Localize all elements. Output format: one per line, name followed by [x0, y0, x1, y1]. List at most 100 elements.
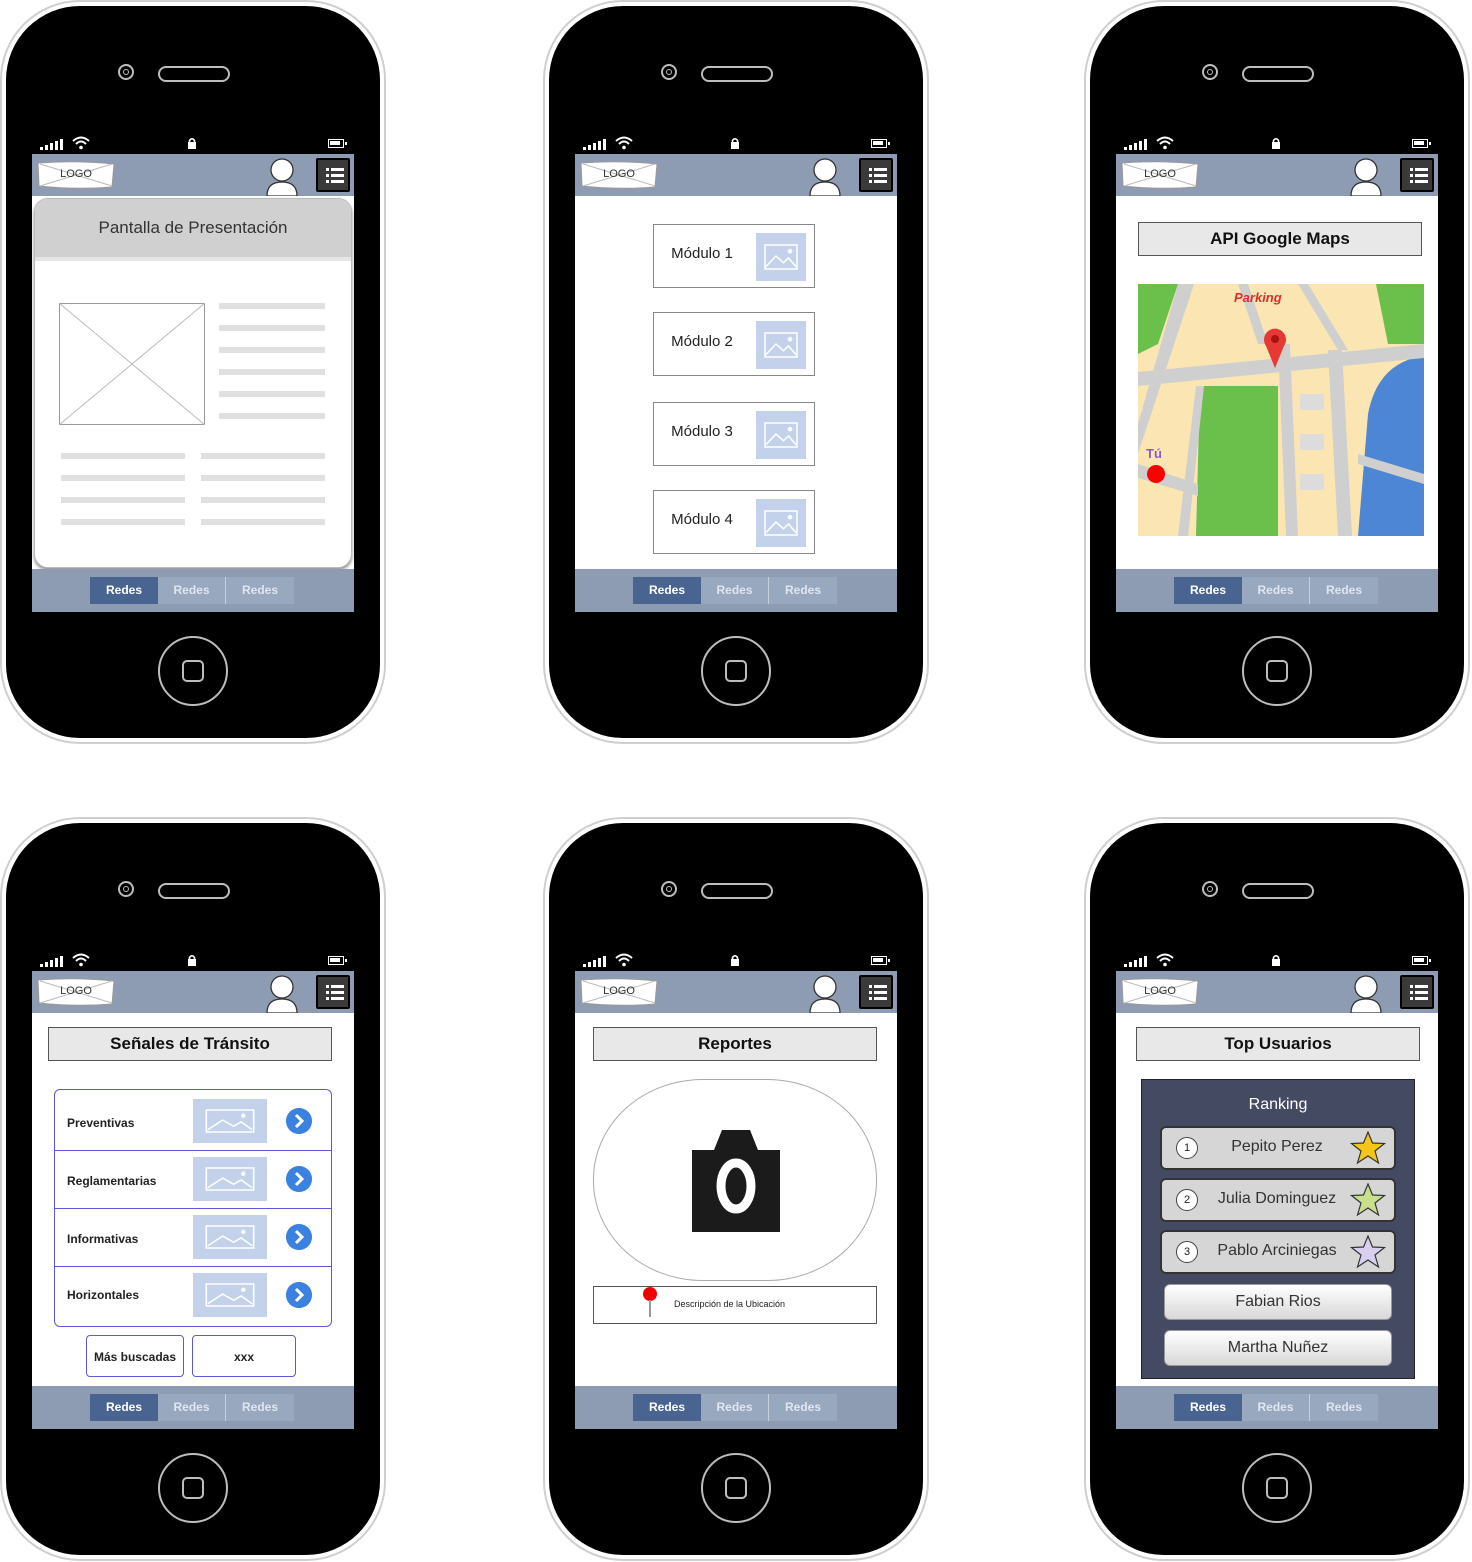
text-line	[201, 519, 325, 525]
chevron-right-icon[interactable]	[286, 1282, 312, 1308]
user-avatar-icon[interactable]	[1348, 973, 1384, 1013]
chevron-right-icon[interactable]	[286, 1166, 312, 1192]
menu-list-icon[interactable]	[859, 975, 893, 1009]
chevron-right-icon[interactable]	[286, 1108, 312, 1134]
ranked-user[interactable]: 3 Pablo Arciniegas	[1160, 1230, 1396, 1274]
tab-redes-1[interactable]: Redes	[633, 1394, 701, 1421]
camera-icon[interactable]	[692, 1130, 780, 1232]
home-button[interactable]	[701, 1453, 771, 1523]
menu-list-icon[interactable]	[859, 158, 893, 192]
photo-capture-area[interactable]	[593, 1079, 877, 1281]
tab-redes-1[interactable]: Redes	[1174, 1394, 1242, 1421]
signal-icon	[1124, 138, 1152, 150]
front-camera-icon	[1202, 64, 1218, 80]
signal-category-row[interactable]: Reglamentarias	[55, 1150, 331, 1209]
bottom-tab-bar: Redes Redes Redes	[32, 569, 354, 612]
text-line	[219, 325, 325, 331]
signal-category-label: Reglamentarias	[67, 1174, 157, 1188]
user-avatar-icon[interactable]	[807, 973, 843, 1013]
logo-text: LOGO	[60, 985, 92, 997]
status-bar	[32, 949, 354, 971]
menu-list-icon[interactable]	[316, 158, 350, 192]
tab-redes-1[interactable]: Redes	[90, 577, 158, 604]
menu-list-icon[interactable]	[1400, 975, 1434, 1009]
location-description-label: Descripción de la Ubicación	[674, 1299, 786, 1309]
app-header: LOGO	[575, 971, 897, 1013]
logo-text: LOGO	[60, 168, 92, 180]
logo-placeholder: LOGO	[579, 160, 659, 190]
front-camera-icon	[118, 881, 134, 897]
tab-redes-2[interactable]: Redes	[158, 577, 226, 604]
module-image-icon	[756, 499, 806, 547]
logo-text: LOGO	[603, 985, 635, 997]
logo-placeholder: LOGO	[1120, 977, 1200, 1007]
tab-redes-2[interactable]: Redes	[701, 1394, 769, 1421]
module-card[interactable]: Módulo 1	[653, 224, 815, 288]
home-button[interactable]	[158, 636, 228, 706]
location-description-field[interactable]: Descripción de la Ubicación	[593, 1286, 877, 1324]
rank-position: 1	[1176, 1137, 1198, 1159]
user-avatar-icon[interactable]	[807, 156, 843, 196]
menu-list-icon[interactable]	[1400, 158, 1434, 192]
tab-redes-3[interactable]: Redes	[226, 577, 294, 604]
tab-redes-2[interactable]: Redes	[701, 577, 769, 604]
menu-list-icon[interactable]	[316, 975, 350, 1009]
parking-label: Parking	[1234, 290, 1282, 305]
map-pin-icon	[643, 1287, 657, 1317]
ranked-user[interactable]: 2 Julia Dominguez	[1160, 1178, 1396, 1222]
star-icon	[1350, 1235, 1386, 1269]
text-line	[219, 303, 325, 309]
text-line	[219, 369, 325, 375]
wifi-icon	[615, 136, 633, 150]
tab-redes-2[interactable]: Redes	[1242, 1394, 1310, 1421]
tab-redes-3[interactable]: Redes	[769, 1394, 837, 1421]
screen-content: Señales de Tránsito Preventivas Reglamen…	[32, 1013, 354, 1386]
module-image-icon	[756, 411, 806, 459]
speaker-grille	[158, 883, 230, 899]
user-list-item[interactable]: Martha Nuñez	[1164, 1330, 1392, 1366]
home-button[interactable]	[701, 636, 771, 706]
text-line	[61, 519, 185, 525]
tab-redes-2[interactable]: Redes	[1242, 577, 1310, 604]
screen-content: API Google Maps Parking Tú	[1116, 196, 1438, 569]
tab-redes-1[interactable]: Redes	[90, 1394, 158, 1421]
tab-redes-3[interactable]: Redes	[1310, 577, 1378, 604]
ranked-user[interactable]: 1 Pepito Perez	[1160, 1126, 1396, 1170]
tab-redes-1[interactable]: Redes	[1174, 577, 1242, 604]
tab-redes-1[interactable]: Redes	[633, 577, 701, 604]
module-card[interactable]: Módulo 4	[653, 490, 815, 554]
user-avatar-icon[interactable]	[264, 156, 300, 196]
lock-icon	[188, 954, 196, 966]
home-button[interactable]	[158, 1453, 228, 1523]
most-searched-button[interactable]: Más buscadas	[86, 1335, 184, 1377]
phone-screen: LOGO Señales de Tránsito Preventivas Reg…	[32, 949, 354, 1429]
module-card[interactable]: Módulo 2	[653, 312, 815, 376]
signal-category-row[interactable]: Preventivas	[55, 1092, 331, 1151]
parking-pin-icon[interactable]	[1264, 328, 1286, 368]
bottom-tab-bar: Redes Redes Redes	[1116, 569, 1438, 612]
module-card[interactable]: Módulo 3	[653, 402, 815, 466]
user-avatar-icon[interactable]	[1348, 156, 1384, 196]
phone-mockup: LOGO Módulo 1 Módulo 2 Módulo 3 Módulo 4…	[543, 0, 929, 744]
status-bar	[1116, 132, 1438, 154]
user-list-item[interactable]: Fabian Rios	[1164, 1284, 1392, 1320]
ranked-user-name: Pepito Perez	[1231, 1138, 1323, 1155]
logo-placeholder: LOGO	[36, 160, 116, 190]
home-button[interactable]	[1242, 636, 1312, 706]
tab-redes-3[interactable]: Redes	[769, 577, 837, 604]
tab-redes-3[interactable]: Redes	[226, 1394, 294, 1421]
user-avatar-icon[interactable]	[264, 973, 300, 1013]
ranked-user-name: Julia Dominguez	[1217, 1190, 1337, 1207]
tab-redes-3[interactable]: Redes	[1310, 1394, 1378, 1421]
module-label: Módulo 2	[671, 333, 733, 350]
signal-category-row[interactable]: Informativas	[55, 1208, 331, 1267]
chevron-right-icon[interactable]	[286, 1224, 312, 1250]
screen-content: Top Usuarios Ranking 1 Pepito Perez 2 Ju…	[1116, 1013, 1438, 1386]
tab-redes-2[interactable]: Redes	[158, 1394, 226, 1421]
google-map[interactable]	[1138, 284, 1424, 536]
extra-button[interactable]: xxx	[192, 1335, 296, 1377]
lock-icon	[731, 954, 739, 966]
signal-category-row[interactable]: Horizontales	[55, 1266, 331, 1324]
signal-image-icon	[193, 1273, 267, 1317]
home-button[interactable]	[1242, 1453, 1312, 1523]
